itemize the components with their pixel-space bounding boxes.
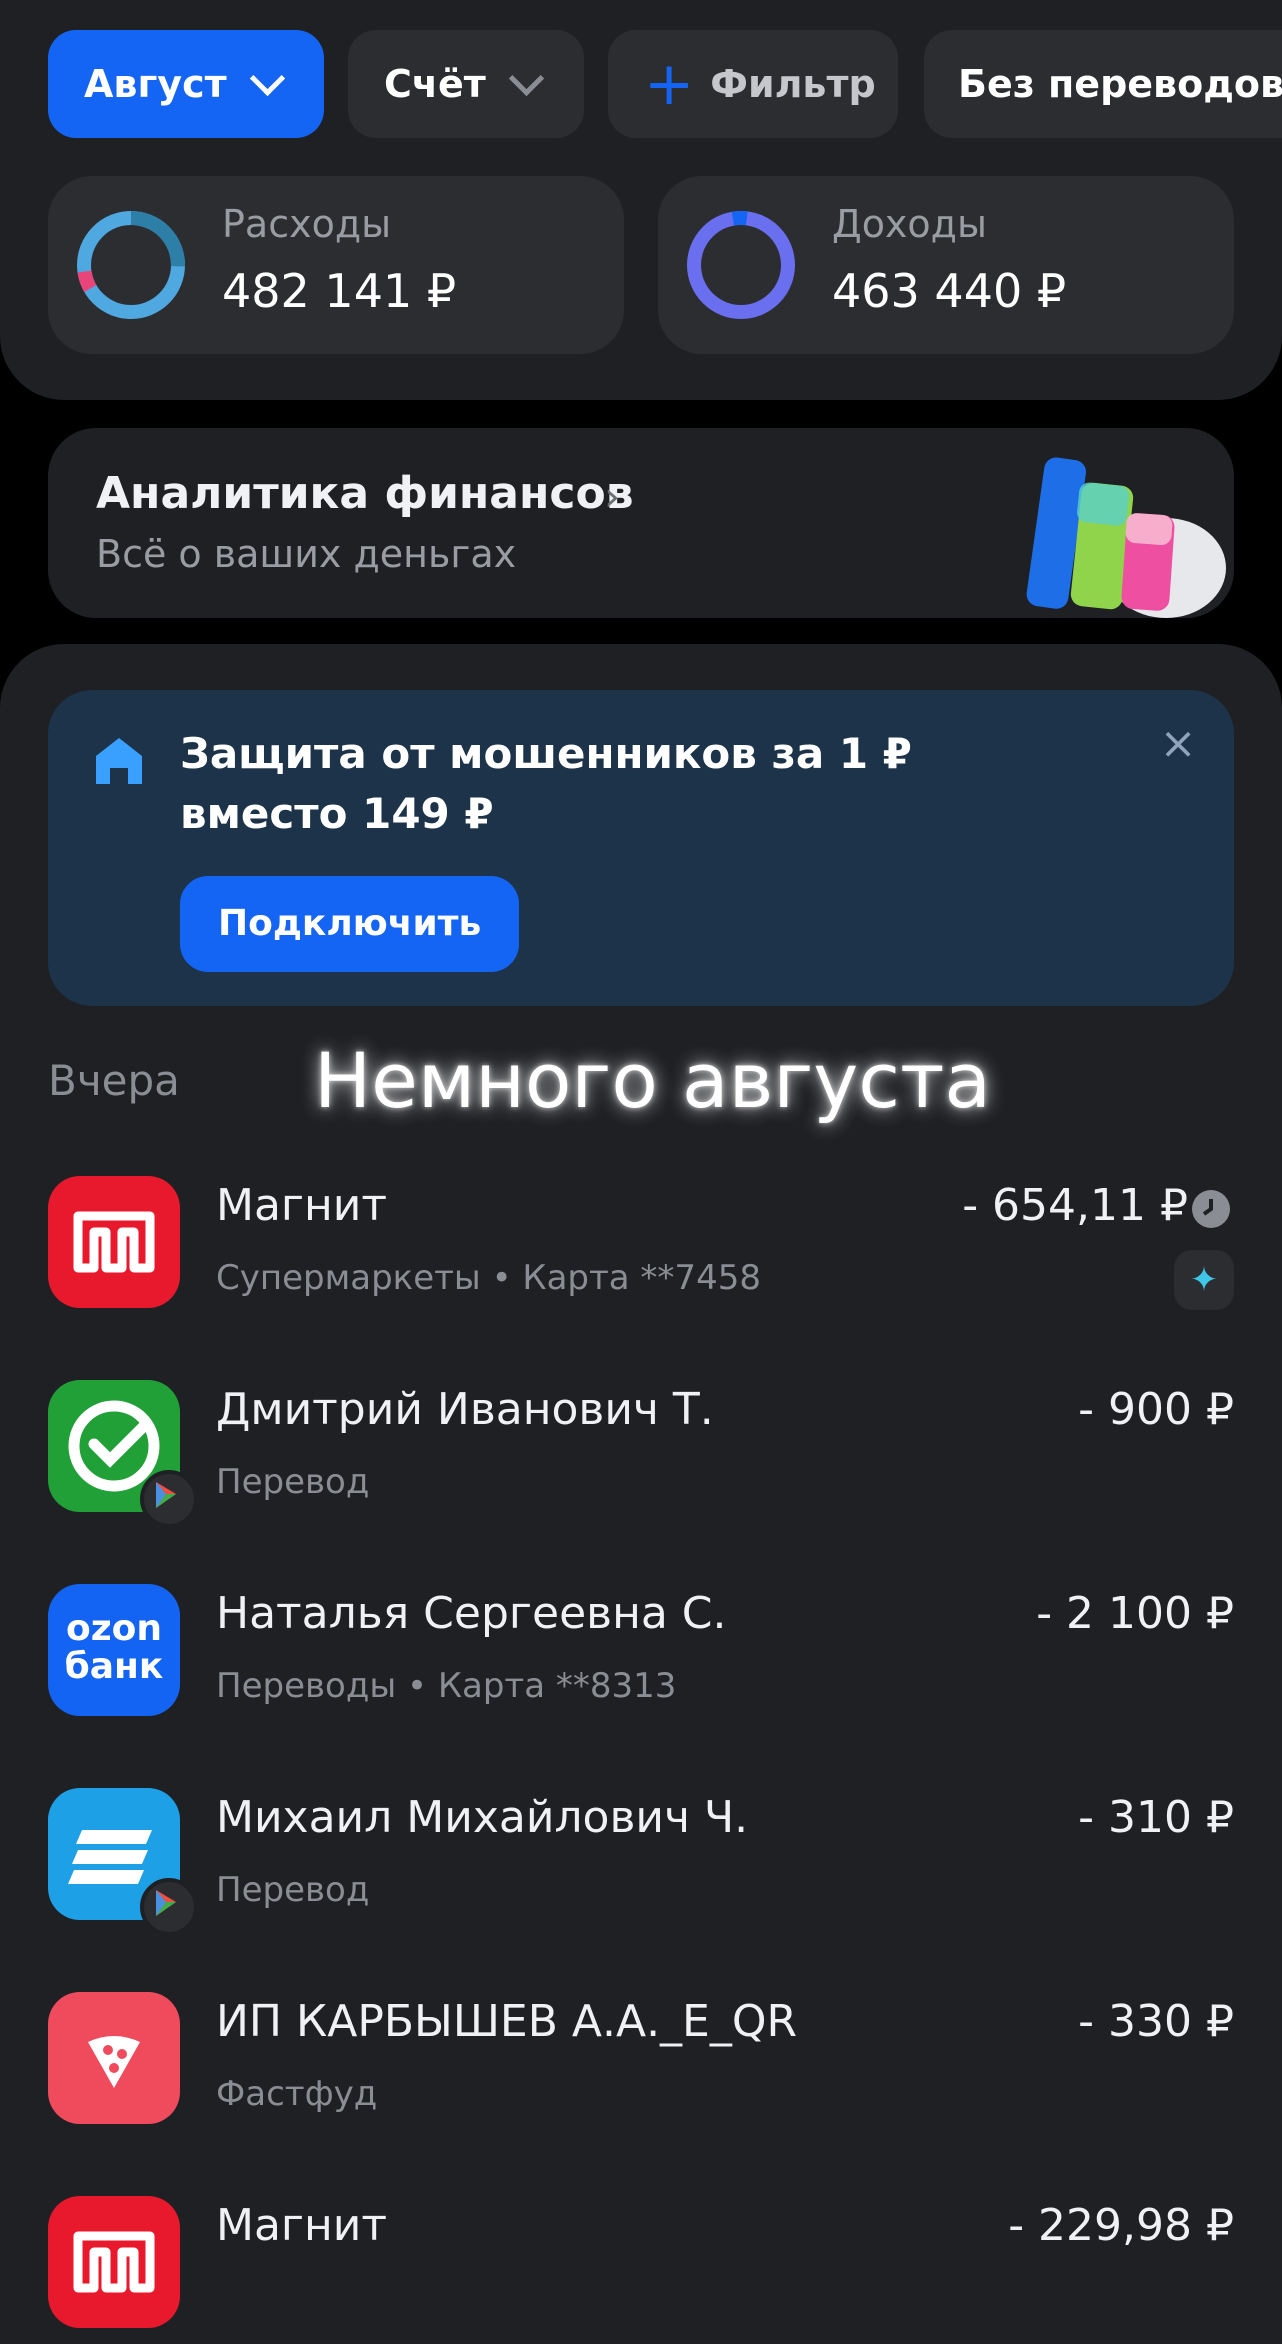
account-label: Счёт: [384, 62, 486, 106]
income-value: 463 440 ₽: [832, 264, 1067, 318]
analytics-subtitle: Всё о ваших деньгах: [96, 532, 517, 576]
transaction-meta: Супермаркеты • Карта **7458: [216, 1258, 761, 1298]
promo-title-line-1: Защита от мошенников за 1 ₽: [180, 729, 912, 778]
transaction-amount: - 654,11 ₽: [962, 1180, 1188, 1231]
transaction-amount: - 900 ₽: [1078, 1384, 1234, 1435]
transaction-name: Михаил Михайлович Ч.: [216, 1792, 749, 1843]
magnit-logo-icon: [48, 1176, 180, 1308]
transaction-row[interactable]: ИП КАРБЫШЕВ А.А._E_QR Фастфуд - 330 ₽: [48, 1992, 1234, 2132]
filter-button[interactable]: + Фильтр: [608, 30, 898, 138]
expenses-donut-icon: [77, 211, 185, 319]
fraud-protection-promo: Защита от мошенников за 1 ₽ вместо 149 ₽…: [48, 690, 1234, 1006]
overlay-caption: Немного августа: [314, 1036, 991, 1125]
sbp-badge-icon: [140, 1878, 198, 1936]
pizza-logo-icon: [48, 1992, 180, 2124]
transaction-amount: - 310 ₽: [1078, 1792, 1234, 1843]
promo-title: Защита от мошенников за 1 ₽ вместо 149 ₽: [180, 724, 1000, 844]
no-transfers-label: Без переводов: [958, 62, 1282, 106]
transaction-row[interactable]: Магнит - 229,98 ₽: [48, 2196, 1234, 2336]
home-shield-icon: [96, 738, 142, 784]
income-label: Доходы: [832, 202, 987, 246]
chevron-right-icon: ›: [604, 474, 620, 520]
no-transfers-filter-button[interactable]: Без переводов: [924, 30, 1282, 138]
transaction-name: Магнит: [216, 1180, 388, 1231]
transaction-amount: - 229,98 ₽: [1008, 2200, 1234, 2251]
filter-chips: Август Счёт + Фильтр Без переводов: [48, 30, 1282, 138]
transaction-meta: Перевод: [216, 1870, 370, 1910]
chevron-down-icon: [508, 60, 544, 96]
transaction-name: Дмитрий Иванович Т.: [216, 1384, 714, 1435]
plus-icon: +: [644, 49, 695, 119]
operations-feed: Защита от мошенников за 1 ₽ вместо 149 ₽…: [0, 644, 1282, 2344]
magnit-logo-icon: [48, 2196, 180, 2328]
expenses-value: 482 141 ₽: [222, 264, 457, 318]
analytics-title: Аналитика финансов: [96, 468, 634, 519]
transaction-name: Магнит: [216, 2200, 388, 2251]
expenses-label: Расходы: [222, 202, 392, 246]
filter-label: Фильтр: [710, 62, 876, 106]
transaction-meta: Перевод: [216, 1462, 370, 1502]
transaction-name: Наталья Сергеевна С.: [216, 1588, 727, 1639]
clock-icon: [1192, 1190, 1230, 1228]
account-filter-button[interactable]: Счёт: [348, 30, 584, 138]
chevron-down-icon: [249, 60, 285, 96]
sparkle-icon[interactable]: ✦: [1174, 1250, 1234, 1310]
section-date-label: Вчера: [48, 1056, 180, 1105]
connect-button[interactable]: Подключить: [180, 876, 520, 972]
sbp-badge-icon: [140, 1470, 198, 1528]
transaction-meta: Фастфуд: [216, 2074, 378, 2114]
bank-logo-text: банк: [64, 1646, 164, 1687]
transaction-row[interactable]: Дмитрий Иванович Т. Перевод - 900 ₽: [48, 1380, 1234, 1528]
income-donut-icon: [687, 211, 795, 319]
transaction-row[interactable]: Магнит Супермаркеты • Карта **7458 - 654…: [48, 1176, 1234, 1316]
month-label: Август: [84, 62, 227, 106]
top-panel: Август Счёт + Фильтр Без переводов Расхо…: [0, 0, 1282, 400]
finance-analytics-banner[interactable]: Аналитика финансов › Всё о ваших деньгах: [48, 428, 1234, 618]
transaction-name: ИП КАРБЫШЕВ А.А._E_QR: [216, 1996, 798, 2047]
month-filter-button[interactable]: Август: [48, 30, 324, 138]
ozon-logo-text: ozon: [65, 1608, 163, 1649]
transaction-amount: - 330 ₽: [1078, 1996, 1234, 2047]
transaction-meta: Переводы • Карта **8313: [216, 1666, 677, 1706]
transaction-amount: - 2 100 ₽: [1036, 1588, 1234, 1639]
expenses-card[interactable]: Расходы 482 141 ₽: [48, 176, 624, 354]
ozon-bank-logo-icon: ozon банк: [48, 1584, 180, 1716]
transaction-row[interactable]: ozon банк Наталья Сергеевна С. Переводы …: [48, 1584, 1234, 1724]
transaction-row[interactable]: Михаил Михайлович Ч. Перевод - 310 ₽: [48, 1788, 1234, 1936]
bar-chart-illustration-icon: [1026, 457, 1226, 618]
close-icon[interactable]: ×: [1152, 718, 1204, 770]
promo-title-line-2: вместо 149 ₽: [180, 789, 494, 838]
income-card[interactable]: Доходы 463 440 ₽: [658, 176, 1234, 354]
